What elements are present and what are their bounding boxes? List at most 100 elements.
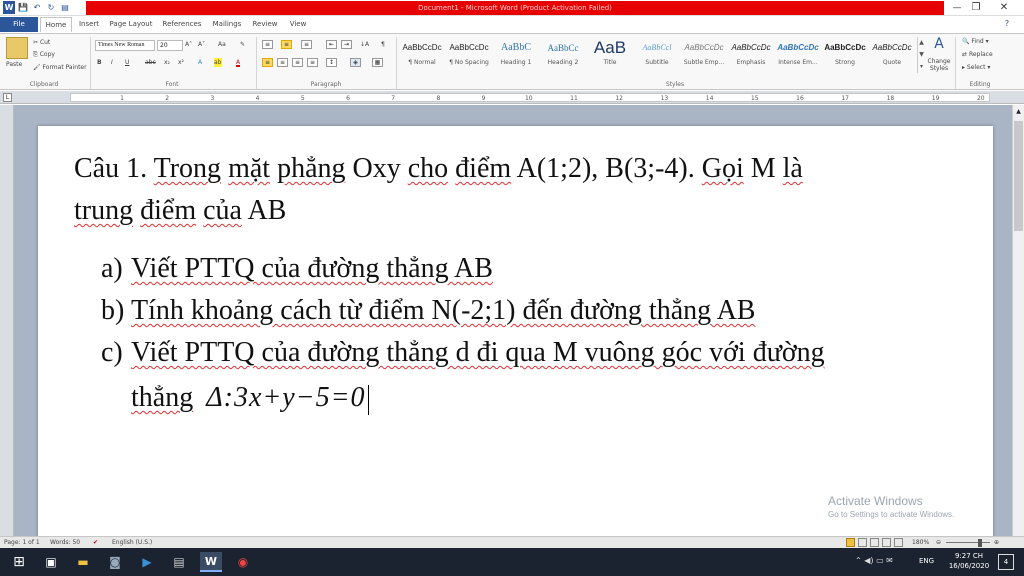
- print-layout-view-icon[interactable]: [846, 538, 855, 547]
- proofing-icon[interactable]: ✔: [93, 537, 98, 548]
- bold-button[interactable]: B: [97, 58, 102, 67]
- style-normal[interactable]: AaBbCcDc ¶ Normal: [399, 37, 445, 72]
- format-painter-button[interactable]: 🖌 Format Painter: [33, 63, 87, 72]
- style-heading-2[interactable]: AaBbCc Heading 2: [540, 37, 586, 72]
- align-right-icon[interactable]: ≡: [292, 58, 303, 67]
- tab-page-layout[interactable]: Page Layout: [106, 17, 156, 32]
- print-preview-icon[interactable]: ▤: [60, 2, 70, 13]
- font-color-button[interactable]: A: [236, 58, 241, 67]
- styles-gallery-scroll[interactable]: ▲ ▼ ▾: [917, 37, 925, 73]
- help-icon[interactable]: ?: [1000, 18, 1014, 30]
- divider: [955, 37, 956, 89]
- draft-view-icon[interactable]: [894, 538, 903, 547]
- camera-icon[interactable]: ◙: [104, 552, 126, 572]
- minimize-button[interactable]: —: [947, 1, 967, 15]
- style-intense-emphasis[interactable]: AaBbCcDc Intense Em...: [775, 37, 821, 72]
- shading-icon[interactable]: ◈: [350, 58, 361, 67]
- increase-indent-icon[interactable]: ⇥: [341, 40, 352, 49]
- app-icon[interactable]: ▤: [168, 552, 190, 572]
- word-taskbar-icon[interactable]: W: [200, 552, 222, 572]
- notification-center-icon[interactable]: 4: [998, 554, 1014, 570]
- tab-home[interactable]: Home: [40, 17, 72, 32]
- scroll-thumb[interactable]: [1014, 121, 1023, 231]
- input-language[interactable]: ENG: [919, 557, 934, 565]
- find-button[interactable]: 🔍 Find ▾: [962, 37, 989, 46]
- close-button[interactable]: ✕: [994, 1, 1014, 15]
- tab-insert[interactable]: Insert: [74, 17, 104, 32]
- font-size-select[interactable]: 20: [157, 40, 183, 51]
- style-heading-1[interactable]: AaBbC Heading 1: [493, 37, 539, 72]
- scroll-up-icon[interactable]: ▲: [1014, 108, 1023, 117]
- select-button[interactable]: ▸ Select ▾: [962, 63, 990, 72]
- paste-button[interactable]: Paste: [6, 60, 22, 69]
- style-emphasis[interactable]: AaBbCcDc Emphasis: [728, 37, 774, 72]
- zoom-slider-thumb[interactable]: [978, 539, 982, 547]
- tray-icons[interactable]: ⌃ ◀) ▭ ✉: [855, 556, 893, 565]
- tab-file[interactable]: File: [0, 17, 38, 32]
- style-quote[interactable]: AaBbCcDc Quote: [869, 37, 915, 72]
- tab-mailings[interactable]: Mailings: [208, 17, 246, 32]
- subscript-button[interactable]: x₂: [164, 58, 170, 67]
- chrome-icon[interactable]: ◉: [232, 552, 254, 572]
- cut-button[interactable]: ✂ Cut: [33, 38, 50, 47]
- superscript-button[interactable]: x²: [178, 58, 184, 67]
- equation[interactable]: Δ:3x+y−5=0: [206, 382, 365, 413]
- align-center-icon[interactable]: ≡: [277, 58, 288, 67]
- highlight-button[interactable]: ab: [214, 58, 222, 67]
- word-count[interactable]: Words: 50: [50, 537, 80, 548]
- numbering-icon[interactable]: ≡: [281, 40, 292, 49]
- style-subtitle[interactable]: AaBbCcl Subtitle: [634, 37, 680, 72]
- sort-button[interactable]: ↓A: [360, 40, 369, 49]
- clock[interactable]: 9:27 CH 16/06/2020: [944, 551, 994, 571]
- replace-button[interactable]: ⇄ Replace: [962, 50, 993, 59]
- align-left-icon[interactable]: ≡: [262, 58, 273, 67]
- shrink-font-button[interactable]: A˅: [198, 40, 205, 49]
- paste-icon[interactable]: [6, 37, 28, 59]
- store-icon[interactable]: ▣: [40, 552, 62, 572]
- text-effects-button[interactable]: A: [198, 58, 202, 67]
- borders-icon[interactable]: ▦: [372, 58, 383, 67]
- clear-formatting-button[interactable]: ✎: [240, 40, 245, 49]
- undo-icon[interactable]: ↶: [32, 2, 42, 13]
- save-icon[interactable]: 💾: [18, 2, 28, 13]
- tab-review[interactable]: Review: [248, 17, 282, 32]
- decrease-indent-icon[interactable]: ⇤: [326, 40, 337, 49]
- outline-view-icon[interactable]: [882, 538, 891, 547]
- zoom-level[interactable]: 180%: [912, 537, 929, 548]
- strikethrough-button[interactable]: abc: [145, 58, 156, 67]
- restore-button[interactable]: ❐: [966, 1, 986, 15]
- file-explorer-icon[interactable]: ▬: [72, 552, 94, 572]
- tab-view[interactable]: View: [284, 17, 312, 32]
- underline-button[interactable]: U: [125, 58, 129, 67]
- italic-button[interactable]: I: [111, 58, 113, 67]
- show-formatting-button[interactable]: ¶: [381, 40, 385, 49]
- line-spacing-icon[interactable]: ↕: [326, 58, 337, 67]
- start-icon[interactable]: ⊞: [8, 552, 30, 572]
- style-no-spacing[interactable]: AaBbCcDc ¶ No Spacing: [446, 37, 492, 72]
- redo-icon[interactable]: ↻: [46, 2, 56, 13]
- media-player-icon[interactable]: ▶: [136, 552, 158, 572]
- style-title[interactable]: AaB Title: [587, 37, 633, 72]
- page-count[interactable]: Page: 1 of 1: [4, 537, 40, 548]
- language-indicator[interactable]: English (U.S.): [112, 537, 152, 548]
- change-styles-button[interactable]: Change Styles: [926, 58, 952, 74]
- change-case-button[interactable]: Aa: [218, 40, 226, 49]
- word-app-icon[interactable]: W: [3, 1, 15, 14]
- font-name-select[interactable]: Times New Roman: [95, 40, 155, 51]
- zoom-in-icon[interactable]: ⊕: [994, 537, 999, 548]
- style-subtle-emphasis[interactable]: AaBbCcDc Subtle Emp...: [681, 37, 727, 72]
- zoom-out-icon[interactable]: ⊖: [936, 537, 941, 548]
- zoom-slider[interactable]: [946, 542, 990, 543]
- multilevel-list-icon[interactable]: ≡: [301, 40, 312, 49]
- tab-references[interactable]: References: [158, 17, 206, 32]
- style-strong[interactable]: AaBbCcDc Strong: [822, 37, 868, 72]
- bullets-icon[interactable]: ≡: [262, 40, 273, 49]
- vertical-scrollbar[interactable]: ▲: [1012, 105, 1024, 536]
- copy-button[interactable]: ⎘ Copy: [33, 50, 55, 59]
- ruler-tick-label: 17: [841, 95, 849, 102]
- full-screen-view-icon[interactable]: [858, 538, 867, 547]
- tab-selector-icon[interactable]: L: [3, 93, 12, 102]
- grow-font-button[interactable]: A˄: [185, 40, 192, 49]
- web-layout-view-icon[interactable]: [870, 538, 879, 547]
- justify-icon[interactable]: ≡: [307, 58, 318, 67]
